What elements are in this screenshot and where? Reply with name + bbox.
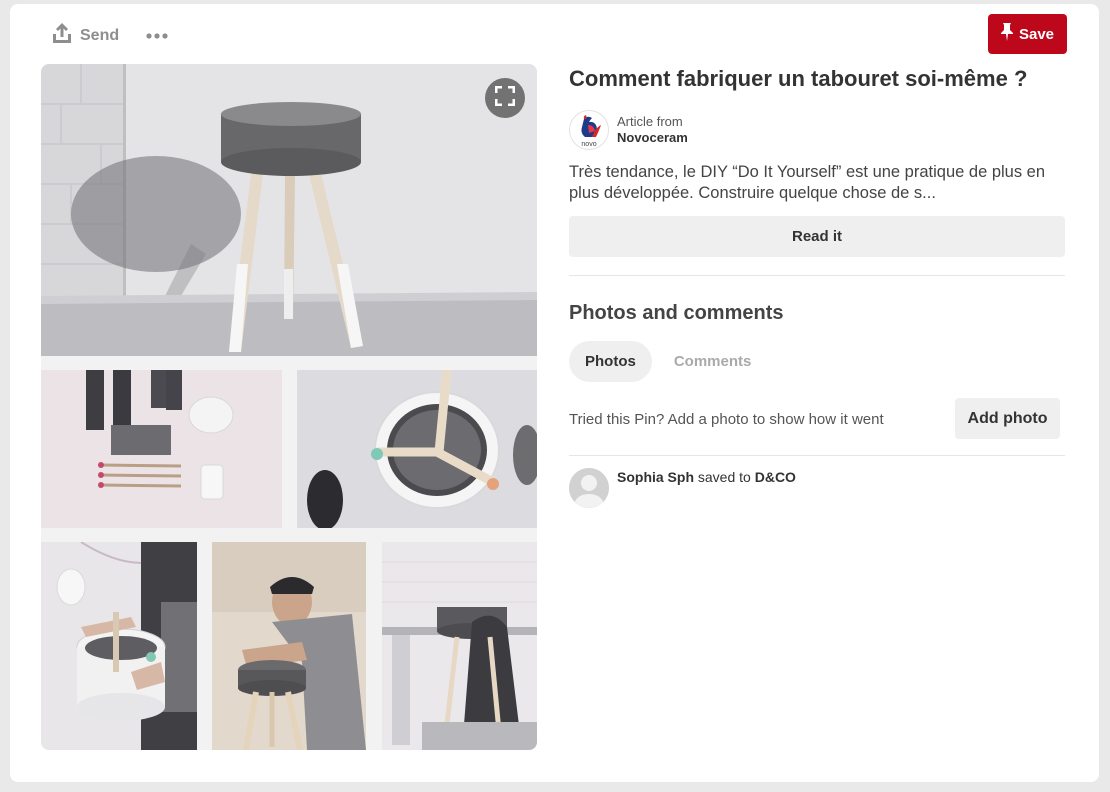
tab-photos[interactable]: Photos [569, 341, 652, 382]
expand-icon [494, 85, 516, 111]
photos-comments-title: Photos and comments [569, 302, 784, 324]
expand-button[interactable] [485, 78, 525, 118]
read-it-button[interactable]: Read it [569, 216, 1065, 257]
pin-description: Très tendance, le DIY “Do It Yourself” e… [569, 163, 1046, 202]
rooster-logo-icon: novo [569, 110, 609, 150]
source-logo-text: novo [581, 141, 596, 148]
pin-image[interactable] [41, 64, 537, 750]
image-tile-assembly [212, 542, 366, 750]
image-tile-mixing [41, 542, 197, 750]
activity-user[interactable]: Sophia Sph [617, 469, 694, 485]
send-label: Send [80, 26, 120, 44]
share-icon [52, 22, 72, 49]
pin-card: Send Save Comment fabriquer un tabouret … [10, 4, 1099, 782]
default-avatar-icon[interactable] [569, 468, 609, 508]
save-button[interactable]: Save [988, 14, 1067, 54]
divider [569, 275, 1065, 276]
more-icon [146, 26, 168, 44]
activity-action: saved to [697, 469, 751, 485]
tab-comments[interactable]: Comments [658, 341, 768, 382]
save-label: Save [1018, 25, 1055, 43]
more-options-button[interactable] [144, 22, 170, 48]
pin-icon [1000, 23, 1013, 45]
image-tile-materials [41, 370, 282, 528]
activity-board[interactable]: D&CO [755, 469, 796, 485]
send-button[interactable]: Send [52, 22, 119, 49]
tabs: Photos Comments [569, 341, 767, 382]
activity-text: Sophia Sph saved to D&CO [617, 469, 796, 485]
image-tile-bucket [297, 370, 537, 528]
source-link[interactable]: novo Article from Novoceram [569, 110, 688, 150]
image-tile-finished [382, 542, 537, 750]
tried-pin-text: Tried this Pin? Add a photo to show how … [569, 411, 884, 428]
divider [569, 455, 1065, 456]
activity-item: Sophia Sph saved to D&CO [569, 468, 796, 508]
pin-title: Comment fabriquer un tabouret soi-même ? [569, 66, 1028, 91]
source-label: Article from [617, 114, 683, 129]
add-photo-button[interactable]: Add photo [955, 398, 1060, 439]
source-name[interactable]: Novoceram [617, 130, 688, 146]
image-tile-stool [41, 64, 537, 356]
